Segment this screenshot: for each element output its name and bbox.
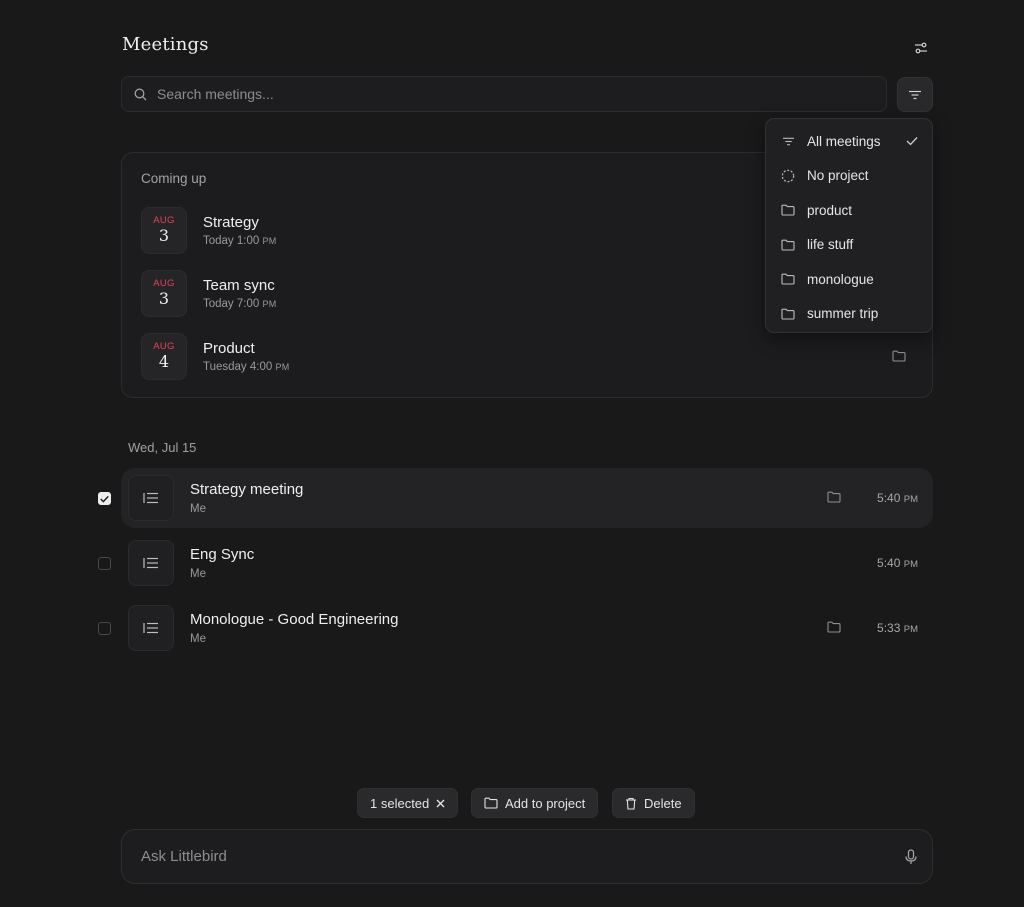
folder-icon	[484, 797, 498, 809]
folder-icon	[781, 273, 795, 285]
date-day: 4	[158, 351, 170, 371]
date-group-heading: Wed, Jul 15	[128, 440, 197, 455]
search-input[interactable]	[155, 85, 859, 103]
menu-item-label: No project	[807, 168, 869, 184]
menu-item-no-project[interactable]: No project	[766, 159, 932, 194]
folder-icon	[781, 239, 795, 251]
menu-item-summer-trip[interactable]: summer trip	[766, 297, 932, 332]
menu-item-monologue[interactable]: monologue	[766, 262, 932, 297]
meeting-time-value: 5:40	[877, 556, 901, 570]
upcoming-time-ampm: PM	[262, 235, 277, 246]
sliders-icon	[915, 42, 927, 54]
menu-item-label: monologue	[807, 271, 874, 287]
filter-lines-icon	[782, 137, 794, 146]
transcript-icon	[128, 605, 174, 651]
upcoming-time: Today 7:00 PM	[203, 298, 277, 310]
transcript-icon	[128, 475, 174, 521]
meeting-time: 5:40 PM	[877, 491, 918, 505]
transcript-icon	[128, 540, 174, 586]
meeting-row[interactable]: Strategy meeting Me 5:40 PM	[121, 468, 933, 528]
filter-dropdown-menu: All meetings No project product life stu…	[765, 118, 933, 333]
delete-button[interactable]: Delete	[612, 788, 695, 818]
add-to-project-button[interactable]: Add to project	[471, 788, 599, 818]
close-icon[interactable]	[436, 799, 445, 808]
date-badge: AUG 4	[141, 332, 187, 380]
menu-item-label: product	[807, 202, 853, 218]
date-month: AUG	[153, 277, 175, 289]
meeting-title: Eng Sync	[190, 546, 255, 563]
menu-item-label: All meetings	[807, 133, 881, 149]
meeting-time-ampm: PM	[903, 624, 918, 635]
date-month: AUG	[153, 214, 175, 226]
upcoming-time-ampm: PM	[262, 298, 277, 309]
menu-item-all-meetings[interactable]: All meetings	[766, 124, 932, 159]
upcoming-time: Tuesday 4:00 PM	[203, 361, 290, 373]
date-day: 3	[158, 225, 170, 245]
meeting-owner: Me	[190, 568, 206, 580]
view-settings-button[interactable]	[910, 38, 932, 58]
meeting-time: 5:40 PM	[877, 556, 918, 570]
trash-icon	[626, 797, 636, 810]
folder-icon	[892, 350, 906, 362]
ask-box[interactable]	[121, 829, 933, 884]
folder-icon	[827, 491, 841, 503]
ask-input[interactable]	[139, 847, 863, 866]
selection-count-chip[interactable]: 1 selected	[357, 788, 459, 818]
upcoming-title: Strategy	[203, 213, 259, 231]
menu-item-product[interactable]: product	[766, 193, 932, 228]
check-icon	[100, 495, 109, 503]
row-checkbox[interactable]	[98, 557, 111, 570]
date-badge: AUG 3	[141, 206, 187, 254]
folder-icon	[781, 308, 795, 320]
search-icon	[134, 88, 147, 100]
search-box[interactable]	[121, 76, 887, 112]
project-folder-button[interactable]	[892, 349, 906, 367]
meeting-owner: Me	[190, 503, 206, 515]
upcoming-item[interactable]: AUG 4 Product Tuesday 4:00 PM	[141, 332, 911, 380]
upcoming-heading: Coming up	[141, 171, 207, 186]
dashed-circle-icon	[781, 169, 795, 183]
row-checkbox[interactable]	[98, 622, 111, 635]
microphone-button[interactable]	[905, 849, 917, 870]
upcoming-time-value: Tuesday 4:00	[203, 360, 273, 373]
meeting-time-value: 5:33	[877, 621, 901, 635]
upcoming-time-value: Today 7:00	[203, 297, 260, 310]
meeting-owner: Me	[190, 633, 206, 645]
meeting-time-ampm: PM	[903, 559, 918, 570]
date-badge: AUG 3	[141, 269, 187, 317]
meeting-title: Strategy meeting	[190, 481, 304, 498]
upcoming-title: Team sync	[203, 276, 275, 294]
page-title: Meetings	[122, 34, 209, 55]
upcoming-title: Product	[203, 339, 255, 357]
meeting-time: 5:33 PM	[877, 621, 918, 635]
meeting-row[interactable]: Monologue - Good Engineering Me 5:33 PM	[121, 598, 933, 658]
row-checkbox[interactable]	[98, 492, 111, 505]
delete-label: Delete	[644, 795, 682, 811]
meeting-time-value: 5:40	[877, 491, 901, 505]
upcoming-time: Today 1:00 PM	[203, 235, 277, 247]
filter-button[interactable]	[897, 77, 933, 112]
upcoming-time-value: Today 1:00	[203, 234, 260, 247]
filter-lines-icon	[909, 90, 921, 99]
menu-item-life-stuff[interactable]: life stuff	[766, 228, 932, 263]
menu-item-label: summer trip	[807, 306, 879, 322]
date-day: 3	[158, 288, 170, 308]
date-month: AUG	[153, 340, 175, 352]
project-folder-button[interactable]	[827, 490, 841, 508]
upcoming-time-ampm: PM	[275, 361, 290, 372]
folder-icon	[827, 621, 841, 633]
meeting-time-ampm: PM	[903, 494, 918, 505]
selection-count-label: 1 selected	[370, 795, 430, 811]
menu-item-label: life stuff	[807, 237, 854, 253]
folder-icon	[781, 204, 795, 216]
microphone-icon	[905, 849, 917, 864]
check-icon	[906, 137, 918, 146]
meeting-title: Monologue - Good Engineering	[190, 611, 399, 628]
add-to-project-label: Add to project	[505, 795, 586, 811]
meeting-row[interactable]: Eng Sync Me 5:40 PM	[121, 533, 933, 593]
project-folder-button[interactable]	[827, 620, 841, 638]
